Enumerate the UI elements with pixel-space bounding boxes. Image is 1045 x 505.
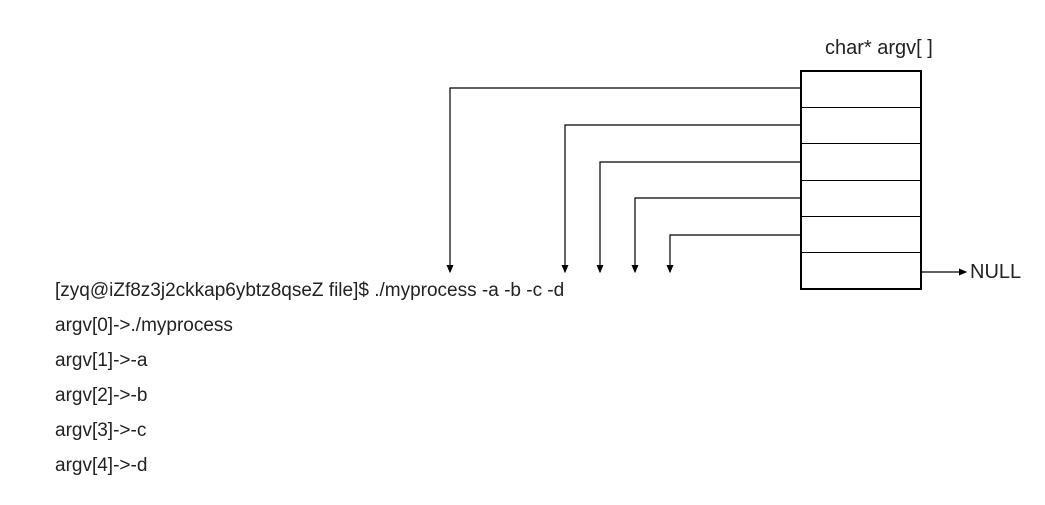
arrow-argv3 [635, 198, 800, 272]
arrow-argv4 [670, 235, 800, 272]
null-label: NULL [970, 260, 1021, 284]
argv-cell-3 [802, 180, 920, 216]
argv-cell-2 [802, 143, 920, 179]
argv-cell-0 [802, 72, 920, 107]
argv-cell-4 [802, 216, 920, 252]
arrow-argv1 [565, 125, 800, 272]
argv-cell-1 [802, 107, 920, 143]
arrow-argv2 [600, 162, 800, 272]
argv-array-box [800, 70, 922, 290]
command-line: [zyq@iZf8z3j2ckkap6ybtz8qseZ file]$ ./my… [55, 280, 564, 303]
argv-cell-5 [802, 252, 920, 288]
arrow-argv0 [450, 88, 800, 272]
argv-line-3: argv[3]->-c [55, 420, 146, 443]
argv-line-4: argv[4]->-d [55, 455, 147, 478]
argv-line-2: argv[2]->-b [55, 385, 147, 408]
argv-line-1: argv[1]->-a [55, 350, 147, 373]
argv-line-0: argv[0]->./myprocess [55, 315, 233, 338]
argv-array-title: char* argv[ ] [825, 37, 933, 60]
